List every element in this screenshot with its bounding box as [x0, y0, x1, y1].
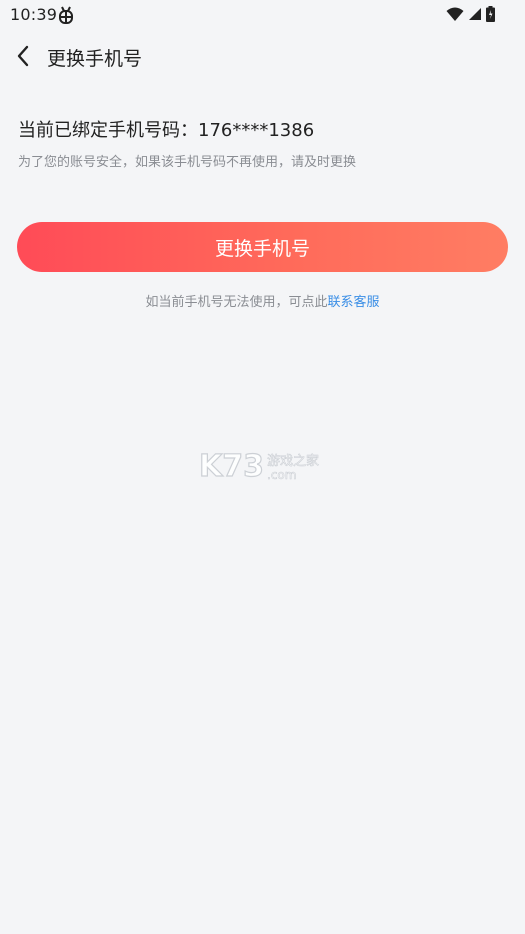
bound-phone-number: 176****1386 — [198, 120, 315, 141]
contact-support-link[interactable]: 联系客服 — [328, 295, 380, 310]
bound-phone-info: 当前已绑定手机号码：176****1386 — [18, 116, 314, 142]
status-bar: 10:39 — [0, 0, 525, 30]
safety-tip: 为了您的账号安全，如果该手机号码不再使用，请及时更换 — [18, 155, 357, 170]
watermark-tagline: 游戏之家 — [267, 453, 319, 469]
watermark-brand: K73 — [199, 449, 264, 484]
help-prefix: 如当前手机号无法使用，可点此 — [145, 295, 328, 310]
debug-bug-icon — [59, 6, 73, 24]
back-arrow-icon[interactable] — [12, 44, 36, 68]
help-text: 如当前手机号无法使用，可点此联系客服 — [0, 291, 525, 310]
wifi-icon — [446, 7, 464, 21]
battery-icon — [486, 6, 495, 22]
app-header: 更换手机号 — [0, 36, 525, 76]
bound-phone-label: 当前已绑定手机号码： — [18, 120, 198, 141]
watermark-domain: .com — [267, 468, 296, 482]
page-title: 更换手机号 — [47, 48, 143, 70]
status-time: 10:39 — [10, 5, 58, 24]
change-phone-button[interactable]: 更换手机号 — [17, 222, 508, 272]
status-icons — [446, 6, 495, 22]
cellular-signal-icon — [469, 8, 481, 20]
k73-watermark-logo: K73 游戏之家 .com — [199, 448, 319, 484]
